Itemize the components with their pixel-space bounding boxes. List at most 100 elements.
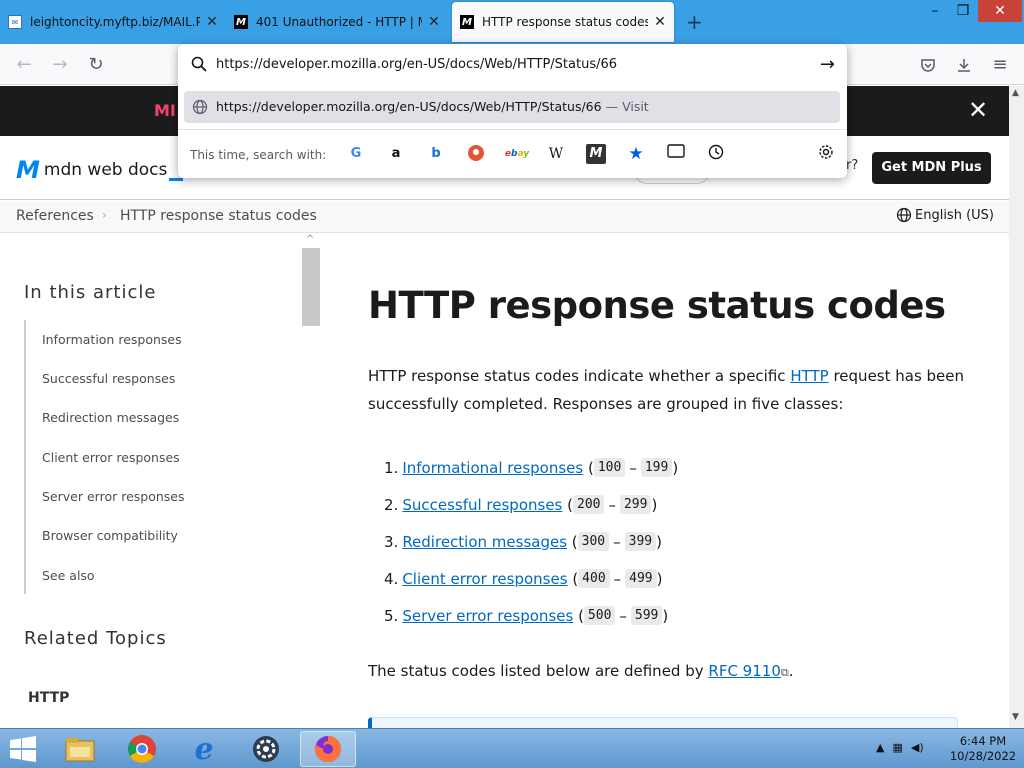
ebay-icon[interactable]: ebay	[504, 144, 530, 164]
settings-app-icon[interactable]	[238, 731, 294, 767]
bing-icon[interactable]: b	[426, 144, 446, 164]
duckduckgo-icon[interactable]	[466, 144, 486, 164]
code-range-end: 199	[640, 458, 673, 477]
windows-logo-icon	[10, 736, 36, 762]
url-input[interactable]: https://developer.mozilla.org/en-US/docs…	[178, 44, 847, 85]
url-text[interactable]: https://developer.mozilla.org/en-US/docs…	[216, 57, 617, 72]
code-range-start: 400	[578, 569, 610, 588]
tab-mail[interactable]: ✉ leightoncity.myftp.biz/MAIL.PH ✕	[8, 2, 220, 42]
toc-item-information-responses[interactable]: Information responses	[42, 332, 182, 347]
wikipedia-icon[interactable]: W	[546, 144, 566, 164]
logo-underscore	[169, 177, 184, 181]
tab-http-status-codes[interactable]: M HTTP response status codes - H ✕	[452, 2, 674, 42]
list-number: 4.	[384, 569, 399, 588]
search-icon	[191, 56, 207, 72]
close-icon[interactable]: ✕	[968, 96, 988, 124]
language-switcher[interactable]: English (US)	[896, 207, 994, 223]
reload-button[interactable]: ↻	[84, 53, 108, 77]
file-explorer-icon[interactable]	[52, 731, 108, 767]
successful-responses-link[interactable]: Successful responses	[402, 496, 562, 514]
close-tab-icon[interactable]: ✕	[652, 14, 668, 30]
back-button[interactable]: ←	[12, 53, 36, 77]
redirection-messages-link[interactable]: Redirection messages	[402, 533, 567, 551]
search-settings-gear-icon[interactable]	[816, 144, 836, 164]
list-item: 1. Informational responses (100–199)	[384, 458, 679, 477]
server-error-responses-link[interactable]: Server error responses	[402, 607, 573, 625]
restore-button[interactable]: ❐	[948, 0, 978, 22]
status-classes-list: 1. Informational responses (100–199) 2. …	[384, 449, 678, 634]
forward-button[interactable]: →	[48, 53, 72, 77]
firefox-icon[interactable]	[300, 731, 356, 767]
clock-time: 6:44 PM	[959, 734, 1007, 748]
tab-title: HTTP response status codes - H	[482, 15, 648, 29]
informational-responses-link[interactable]: Informational responses	[402, 459, 583, 477]
chevron-up-icon[interactable]: ^	[306, 234, 314, 245]
network-icon[interactable]: ▦	[892, 741, 902, 754]
get-mdn-plus-button[interactable]: Get MDN Plus	[872, 152, 991, 184]
volume-icon[interactable]: ◀)	[911, 741, 924, 754]
tab-401-unauthorized[interactable]: M 401 Unauthorized - HTTP | MDN ✕	[234, 2, 442, 42]
mdn-icon: M	[460, 15, 474, 29]
tabs-icon[interactable]	[666, 144, 686, 164]
pocket-icon[interactable]	[916, 53, 940, 77]
client-error-responses-link[interactable]: Client error responses	[402, 570, 567, 588]
toc-item-server-error-responses[interactable]: Server error responses	[42, 489, 185, 504]
list-number: 3.	[384, 532, 399, 551]
start-button[interactable]	[0, 731, 46, 767]
bookmarks-star-icon[interactable]: ★	[626, 144, 646, 164]
breadcrumb-current[interactable]: HTTP response status codes	[120, 208, 317, 224]
external-link-icon: ⧉	[780, 666, 789, 679]
system-clock[interactable]: 6:44 PM 10/28/2022	[948, 734, 1018, 764]
breadcrumb: References › HTTP response status codes …	[0, 201, 1009, 233]
scroll-down-icon[interactable]: ▼	[1012, 712, 1019, 722]
sidebar-scrollbar-thumb[interactable]	[302, 248, 320, 326]
downloads-icon[interactable]	[952, 53, 976, 77]
close-tab-icon[interactable]: ✕	[204, 14, 220, 30]
rfc-9110-link[interactable]: RFC 9110	[708, 662, 780, 680]
show-hidden-icons[interactable]: ▲	[876, 741, 884, 754]
code-range-end: 299	[619, 495, 652, 514]
suggestion-action: — Visit	[605, 99, 649, 114]
mdn-logo[interactable]: M mdn web docs	[16, 156, 184, 184]
list-item: 4. Client error responses (400–499)	[384, 569, 663, 588]
sidebar: ^ In this article Information responses …	[0, 234, 330, 728]
toc-title: In this article	[24, 282, 157, 303]
list-number: 2.	[384, 495, 399, 514]
page-scrollbar[interactable]: ▲ ▼	[1009, 86, 1024, 728]
globe-icon	[192, 99, 208, 115]
toc-item-redirection-messages[interactable]: Redirection messages	[42, 410, 179, 425]
related-topics-title: Related Topics	[24, 628, 167, 649]
new-tab-button[interactable]: +	[686, 10, 703, 34]
breadcrumb-references[interactable]: References	[16, 208, 94, 224]
toc-item-client-error-responses[interactable]: Client error responses	[42, 450, 180, 465]
toc-item-browser-compatibility[interactable]: Browser compatibility	[42, 528, 178, 543]
code-range-end: 599	[630, 606, 663, 625]
clock-date: 10/28/2022	[949, 749, 1017, 763]
divider	[178, 129, 847, 130]
chrome-icon[interactable]	[114, 731, 170, 767]
url-suggestion[interactable]: https://developer.mozilla.org/en-US/docs…	[184, 91, 840, 123]
related-topic-http[interactable]: HTTP	[28, 690, 69, 706]
history-clock-icon[interactable]	[706, 144, 726, 164]
rfc-text: .	[788, 662, 794, 680]
internet-explorer-icon[interactable]: e	[176, 731, 232, 767]
scroll-up-icon[interactable]: ▲	[1012, 88, 1019, 98]
code-range-end: 399	[624, 532, 657, 551]
menu-icon[interactable]: ≡	[988, 53, 1012, 77]
mail-page-icon: ✉	[8, 15, 22, 29]
list-number: 1.	[384, 458, 399, 477]
google-icon[interactable]: G	[346, 144, 366, 164]
minimize-button[interactable]: –	[920, 0, 950, 22]
toc-rule	[24, 320, 26, 594]
toc-item-see-also[interactable]: See also	[42, 568, 95, 583]
close-window-button[interactable]: ✕	[978, 0, 1022, 22]
search-with-label: This time, search with:	[190, 148, 327, 162]
close-tab-icon[interactable]: ✕	[426, 14, 442, 30]
mdn-search-icon[interactable]: M	[586, 144, 606, 164]
code-range-start: 500	[583, 606, 616, 625]
article: HTTP response status codes HTTP response…	[330, 234, 1009, 737]
http-link[interactable]: HTTP	[790, 367, 828, 385]
amazon-icon[interactable]: a	[386, 144, 406, 164]
toc-item-successful-responses[interactable]: Successful responses	[42, 371, 175, 386]
go-arrow-icon[interactable]: →	[820, 54, 835, 75]
